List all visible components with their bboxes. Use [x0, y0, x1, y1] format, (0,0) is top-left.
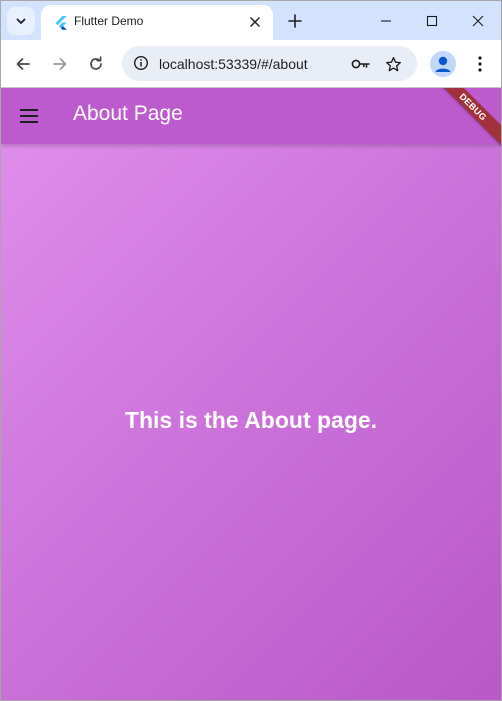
reload-icon: [90, 56, 102, 70]
flutter-app: About Page DEBUG This is the About page.: [1, 88, 501, 700]
tab-title: Flutter Demo: [74, 14, 144, 28]
key-icon: [351, 59, 370, 69]
arrow-left-icon: [16, 58, 30, 70]
new-tab-button[interactable]: [283, 9, 307, 33]
star-icon: [385, 56, 401, 71]
minimize-button[interactable]: [363, 1, 409, 40]
tab-flutter-demo[interactable]: Flutter Demo: [41, 5, 273, 40]
profile-button[interactable]: [430, 51, 456, 77]
url-input[interactable]: [159, 46, 339, 81]
reload-button[interactable]: [82, 50, 110, 78]
tab-strip: Flutter Demo: [1, 1, 501, 40]
browser-window: Flutter Demo localhost:53339/#/about Abo…: [0, 0, 502, 701]
page-body: This is the About page.: [1, 144, 501, 700]
page-title: About Page: [73, 102, 183, 125]
close-icon: [250, 17, 260, 27]
app-bar: About Page: [1, 88, 501, 144]
chevron-down-icon: [16, 18, 26, 24]
tab-search-button[interactable]: [7, 7, 35, 35]
arrow-right-icon: [53, 58, 67, 70]
flutter-icon: [55, 16, 67, 30]
browser-toolbar: [1, 40, 501, 88]
site-info-button[interactable]: [130, 52, 152, 74]
about-message: This is the About page.: [124, 407, 378, 433]
person-icon: [435, 56, 451, 72]
address-bar[interactable]: [122, 46, 417, 81]
forward-button[interactable]: [46, 50, 74, 78]
maximize-icon: [426, 15, 438, 26]
minimize-icon: [381, 19, 391, 22]
back-button[interactable]: [9, 50, 37, 78]
more-vertical-icon: [478, 56, 482, 72]
hamburger-icon: [20, 109, 38, 123]
tab-close-button[interactable]: [245, 12, 265, 32]
close-icon: [472, 15, 484, 26]
maximize-button[interactable]: [409, 1, 455, 40]
bookmark-button[interactable]: [382, 53, 404, 75]
browser-menu-button[interactable]: [467, 50, 493, 78]
plus-icon: [288, 14, 302, 28]
close-window-button[interactable]: [455, 1, 501, 40]
drawer-menu-button[interactable]: [13, 100, 45, 132]
passwords-button[interactable]: [350, 53, 372, 75]
info-icon: [133, 55, 149, 71]
